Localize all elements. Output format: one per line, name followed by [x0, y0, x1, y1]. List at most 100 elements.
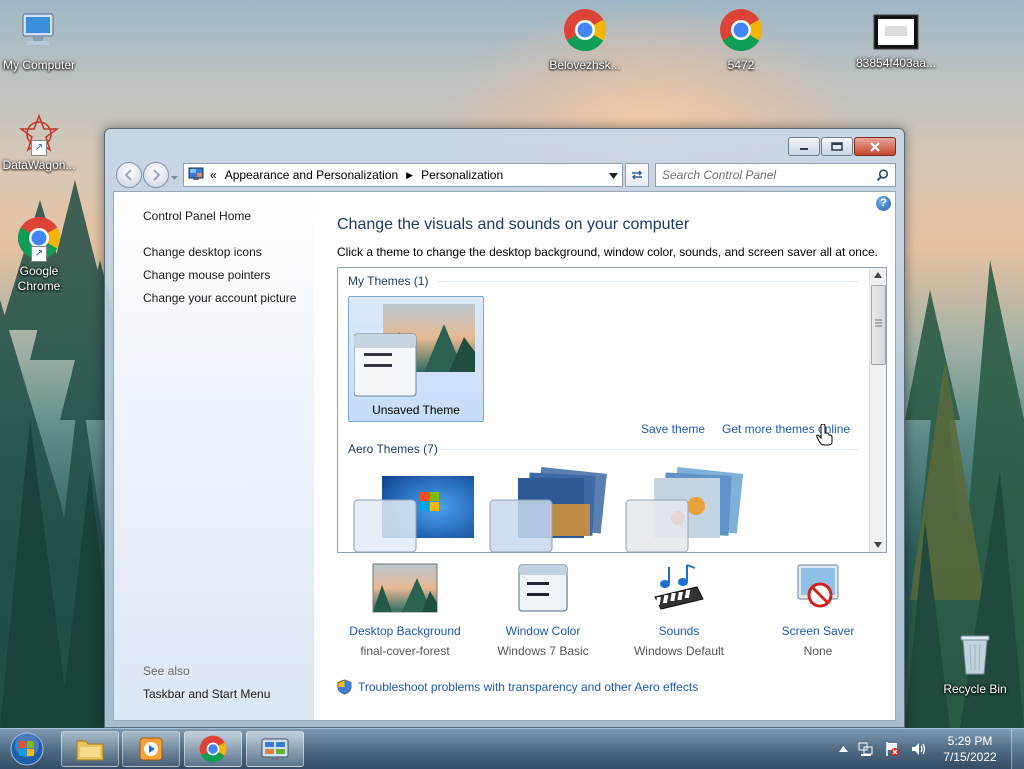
grip-icon: [875, 319, 882, 327]
aero-themes-group-label: Aero Themes (7): [348, 442, 438, 456]
datawagon-icon: ↗: [17, 112, 61, 156]
recycle-bin-icon: [935, 630, 1015, 680]
action-center-icon[interactable]: [884, 741, 900, 757]
maximize-icon: [831, 142, 843, 151]
forward-arrow-icon: [153, 169, 161, 181]
show-desktop-button[interactable]: [1011, 729, 1024, 769]
desktop-icon-belovezhsk[interactable]: Belovezhsk...: [545, 8, 625, 73]
screen-saver-setting[interactable]: Screen Saver None: [748, 563, 888, 658]
breadcrumb-appearance[interactable]: Appearance and Personalization: [225, 168, 398, 182]
desktop-icon-label: 83854f403aa...: [856, 56, 937, 70]
control-panel-icon: [188, 167, 204, 184]
search-icon[interactable]: [876, 168, 889, 182]
scroll-up-arrow-icon[interactable]: [874, 272, 882, 278]
change-mouse-pointers-link[interactable]: Change mouse pointers: [143, 268, 270, 282]
search-box[interactable]: Search Control Panel: [655, 163, 896, 187]
group-divider: [438, 449, 858, 450]
setting-title: Screen Saver: [781, 624, 855, 638]
window-client-area: Control Panel Home Change desktop icons …: [113, 191, 896, 721]
desktop-icon-recycle-bin[interactable]: Recycle Bin: [935, 630, 1015, 697]
desktop-icon-label: DataWagon...: [2, 158, 76, 172]
caption-buttons: [788, 137, 896, 156]
my-themes-group-label: My Themes (1): [348, 274, 429, 288]
setting-title: Sounds: [658, 624, 700, 638]
shortcut-arrow-icon: ↗: [31, 140, 47, 156]
media-player-icon: [139, 737, 163, 761]
desktop-background-setting[interactable]: Desktop Background final-cover-forest: [335, 563, 475, 658]
folder-icon: [76, 740, 104, 761]
desktop-icon-83854f403aa[interactable]: 83854f403aa...: [856, 14, 936, 71]
search-input[interactable]: Search Control Panel: [656, 168, 876, 182]
desktop-icon-label: My Computer: [2, 58, 76, 72]
window-color-setting[interactable]: Window Color Windows 7 Basic: [473, 563, 613, 658]
desktop-icon-label: Google Chrome: [17, 264, 61, 293]
troubleshoot-link-text[interactable]: Troubleshoot problems with transparency …: [358, 680, 698, 694]
minimize-button[interactable]: [788, 137, 820, 156]
see-also-heading: See also: [143, 664, 190, 678]
address-bar[interactable]: « Appearance and Personalization ▶ Perso…: [183, 163, 623, 187]
group-divider: [438, 281, 858, 282]
desktop-icon-label: Belovezhsk...: [549, 58, 621, 72]
taskbar-media-player-button[interactable]: [122, 731, 180, 767]
save-theme-link[interactable]: Save theme: [641, 422, 705, 436]
setting-value: None: [803, 644, 833, 658]
window-color-icon: [518, 564, 568, 612]
change-account-picture-link[interactable]: Change your account picture: [143, 291, 296, 305]
chrome-icon: [545, 8, 625, 56]
theme-preview-thumbnail: [354, 304, 475, 397]
chrome-icon: [701, 8, 781, 56]
network-icon[interactable]: [858, 741, 874, 757]
breadcrumb-separator-icon[interactable]: ▶: [406, 170, 413, 181]
refresh-button[interactable]: [625, 163, 649, 187]
taskbar-chrome-button[interactable]: [184, 731, 242, 767]
desktop-icon-5472[interactable]: 5472: [701, 8, 781, 73]
setting-value: final-cover-forest: [360, 644, 450, 658]
close-icon: [870, 141, 880, 152]
breadcrumb-personalization[interactable]: Personalization: [421, 168, 503, 182]
taskbar-start-menu-link[interactable]: Taskbar and Start Menu: [143, 687, 270, 701]
sounds-setting[interactable]: Sounds Windows Default: [609, 563, 749, 658]
control-panel-home-link[interactable]: Control Panel Home: [143, 209, 251, 223]
back-button[interactable]: [116, 162, 142, 188]
notification-area: 5:29 PM 7/15/2022: [839, 729, 1002, 769]
chrome-icon: [199, 735, 227, 763]
troubleshoot-link[interactable]: Troubleshoot problems with transparency …: [337, 679, 698, 695]
setting-value: Windows Default: [633, 644, 725, 658]
setting-title: Window Color: [505, 624, 581, 638]
theme-characters[interactable]: [624, 466, 748, 552]
desktop-background-icon: [372, 563, 438, 613]
maximize-button[interactable]: [821, 137, 853, 156]
desktop-icon-datawagon[interactable]: ↗ DataWagon...: [0, 112, 79, 173]
theme-architecture[interactable]: [488, 464, 612, 552]
theme-unsaved[interactable]: Unsaved Theme: [348, 296, 484, 422]
taskbar-control-panel-button[interactable]: [246, 731, 304, 767]
recent-pages-dropdown[interactable]: [170, 170, 179, 184]
close-button[interactable]: [854, 137, 896, 156]
themes-list: My Themes (1) Unsaved Theme Save theme G…: [337, 267, 887, 553]
address-overflow-chevron[interactable]: «: [210, 168, 217, 182]
address-dropdown-button[interactable]: [609, 168, 618, 182]
computer-icon: [0, 10, 79, 56]
forward-button[interactable]: [143, 162, 169, 188]
minimize-icon: [800, 147, 808, 150]
theme-windows7[interactable]: [352, 470, 476, 552]
scrollbar-thumb[interactable]: [871, 285, 886, 365]
windows-orb-icon: [10, 732, 44, 766]
shortcut-arrow-icon: ↗: [31, 246, 47, 262]
chevron-down-icon: [171, 176, 178, 180]
change-desktop-icons-link[interactable]: Change desktop icons: [143, 245, 262, 259]
desktop-icon-google-chrome[interactable]: ↗ Google Chrome: [0, 216, 79, 294]
show-hidden-icons-icon[interactable]: [839, 746, 848, 752]
hand-cursor-icon: [816, 424, 833, 446]
desktop-icon-my-computer[interactable]: My Computer: [0, 10, 79, 73]
taskbar-explorer-button[interactable]: [61, 731, 119, 767]
start-button[interactable]: [4, 732, 50, 766]
clock[interactable]: 5:29 PM 7/15/2022: [938, 733, 1002, 765]
navigation-bar: « Appearance and Personalization ▶ Perso…: [113, 161, 896, 189]
volume-icon[interactable]: [910, 741, 928, 757]
scroll-down-arrow-icon[interactable]: [874, 542, 882, 548]
chevron-down-icon: [609, 173, 618, 179]
help-icon[interactable]: ?: [876, 196, 891, 211]
themes-scrollbar[interactable]: [869, 268, 886, 552]
refresh-icon: [631, 170, 643, 180]
